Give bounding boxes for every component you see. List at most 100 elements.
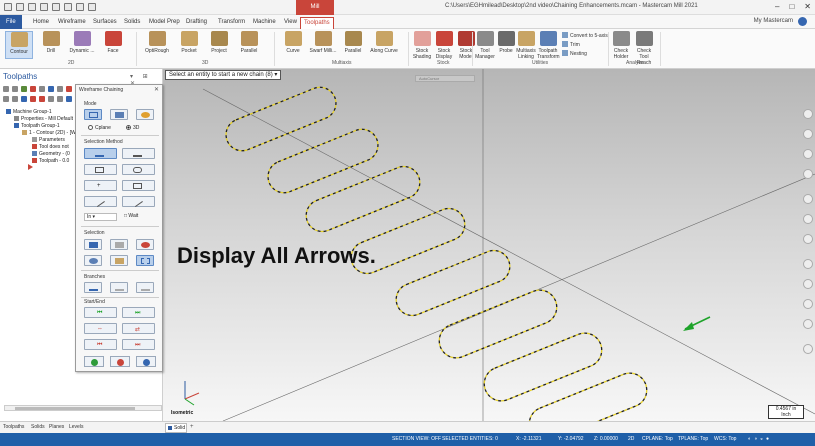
mode-wireframe-button[interactable] xyxy=(84,109,102,120)
chain-loop[interactable] xyxy=(524,368,652,421)
mode-solids-button[interactable] xyxy=(110,109,128,120)
tree-parameters[interactable]: Parameters xyxy=(32,137,65,143)
tab-surfaces[interactable]: Surfaces xyxy=(90,17,120,29)
minimize-icon[interactable]: – xyxy=(775,2,779,11)
section-view-status[interactable]: SECTION VIEW: OFF xyxy=(392,436,441,442)
radio-3d[interactable]: 3D xyxy=(126,125,139,131)
wcs-status[interactable]: WCS: Top xyxy=(714,436,736,442)
single-method-button[interactable] xyxy=(122,148,155,159)
unselect-button[interactable] xyxy=(136,239,154,250)
drill-button[interactable]: Drill xyxy=(38,31,64,54)
tab-machine[interactable]: Machine xyxy=(250,17,279,29)
insert-arrow-icon[interactable] xyxy=(48,96,54,102)
view-tool-icon[interactable] xyxy=(803,344,813,354)
polygon-method-button[interactable] xyxy=(122,164,155,175)
project-button[interactable]: Project xyxy=(206,31,232,54)
dynamic-start-button[interactable]: ⇔ xyxy=(84,323,117,334)
regenerate-dirty-icon[interactable] xyxy=(30,86,36,92)
help-icon[interactable] xyxy=(798,17,807,26)
tab-toolpaths[interactable]: Toolpaths xyxy=(300,17,334,29)
swarf-milling-button[interactable]: Swarf Milli... xyxy=(308,31,338,54)
area-method-button[interactable] xyxy=(122,180,155,191)
partial-method-button[interactable] xyxy=(122,196,155,208)
undo-icon[interactable] xyxy=(76,3,84,11)
nesting-button[interactable]: Nesting xyxy=(562,50,587,57)
curve-button[interactable]: Curve xyxy=(280,31,306,54)
tab-levels-manager[interactable]: Levels xyxy=(69,424,83,430)
move-up-icon[interactable] xyxy=(39,96,45,102)
chain-prompt-dropdown[interactable]: Select an entity to start a new chain (8… xyxy=(165,70,282,80)
parallel-multiaxis-button[interactable]: Parallel xyxy=(340,31,366,54)
trim-button[interactable]: Trim xyxy=(562,41,580,48)
toggle-display-icon[interactable] xyxy=(21,96,27,102)
along-curve-button[interactable]: Along Curve xyxy=(368,31,400,54)
maximize-icon[interactable]: □ xyxy=(789,2,794,11)
tool-manager-button[interactable]: Tool Manager xyxy=(474,31,496,60)
optirough-button[interactable]: OptiRough xyxy=(142,31,172,54)
contour-button[interactable]: Contour xyxy=(5,31,33,59)
tab-toolpaths-manager[interactable]: Toolpaths xyxy=(3,424,24,430)
tree-contour-operation[interactable]: 1 - Contour (2D) - [WC xyxy=(22,130,79,136)
print-icon[interactable] xyxy=(64,3,72,11)
viewport-tab-solid[interactable]: Solid xyxy=(165,423,187,433)
radio-cplane[interactable]: Cplane xyxy=(88,125,111,131)
branch-next-button[interactable] xyxy=(110,282,128,293)
backplot-icon[interactable] xyxy=(39,86,45,92)
autocursor-bar[interactable]: AutoCursor xyxy=(415,75,475,82)
chain-loop[interactable] xyxy=(221,82,341,155)
chain-loop[interactable] xyxy=(263,124,383,197)
stock-shading-button[interactable]: Stock Shading xyxy=(411,31,433,60)
close-icon[interactable]: ✕ xyxy=(804,2,811,11)
tab-view[interactable]: View xyxy=(281,17,300,29)
tab-file[interactable]: File xyxy=(0,15,22,29)
view-tool-icon[interactable] xyxy=(803,149,813,159)
help-button[interactable] xyxy=(136,356,156,367)
view-tool-icon[interactable] xyxy=(803,279,813,289)
display-all-arrows-button[interactable] xyxy=(136,255,154,266)
help-small-icon[interactable] xyxy=(66,96,72,102)
view-tool-icon[interactable] xyxy=(803,259,813,269)
simulate-icon[interactable] xyxy=(57,86,63,92)
view-tool-icon[interactable] xyxy=(803,169,813,179)
tab-solids[interactable]: Solids xyxy=(121,17,143,29)
end-back-button[interactable]: ⏮ xyxy=(84,339,117,350)
cplane-status[interactable]: CPLANE: Top xyxy=(642,436,673,442)
post-icon[interactable] xyxy=(66,86,72,92)
wait-checkbox[interactable]: □ Wait xyxy=(122,213,155,221)
tab-model-prep[interactable]: Model Prep xyxy=(146,17,183,29)
new-file-icon[interactable] xyxy=(16,3,24,11)
open-file-icon[interactable] xyxy=(28,3,36,11)
view-tool-icon[interactable] xyxy=(803,234,813,244)
tree-toolpath-group[interactable]: Toolpath Group-1 xyxy=(14,123,60,129)
my-mastercam-link[interactable]: My Mastercam xyxy=(754,18,793,24)
vector-method-button[interactable] xyxy=(84,196,117,208)
save-as-icon[interactable] xyxy=(52,3,60,11)
add-viewsheet-button[interactable]: + xyxy=(190,424,194,430)
point-method-button[interactable]: + xyxy=(84,180,117,191)
tab-wireframe[interactable]: Wireframe xyxy=(55,17,89,29)
tree-properties[interactable]: Properties - Mill Default xyxy=(14,116,73,122)
tree-tool[interactable]: Tool does not xyxy=(32,144,69,150)
window-method-button[interactable] xyxy=(84,164,117,175)
toggle-posting-icon[interactable] xyxy=(12,96,18,102)
select-failed-icon[interactable] xyxy=(12,86,18,92)
ok-button[interactable] xyxy=(84,356,104,367)
reverse-direction-button[interactable]: ⇄ xyxy=(122,323,155,334)
tab-home[interactable]: Home xyxy=(30,17,52,29)
tab-transform[interactable]: Transform xyxy=(215,17,248,29)
dimension-mode[interactable]: 2D xyxy=(628,436,634,442)
parallel-3d-button[interactable]: Parallel xyxy=(236,31,262,54)
toolpath-transform-button[interactable]: Toolpath Transform xyxy=(537,31,560,60)
dynamic-button[interactable]: Dynamic ... xyxy=(67,31,97,54)
select-all-icon[interactable] xyxy=(3,86,9,92)
cancel-button[interactable] xyxy=(110,356,130,367)
scrollbar-thumb[interactable] xyxy=(15,407,135,410)
graphics-viewport[interactable]: Select an entity to start a new chain (8… xyxy=(163,69,815,421)
reverse-button[interactable] xyxy=(110,255,128,266)
view-tool-icon[interactable] xyxy=(803,214,813,224)
tree-toolpath[interactable]: Toolpath - 0.0 xyxy=(32,158,69,164)
view-tool-icon[interactable] xyxy=(803,129,813,139)
tree-geometry[interactable]: Geometry - (0 xyxy=(32,151,70,157)
save-icon[interactable] xyxy=(40,3,48,11)
view-tool-icon[interactable] xyxy=(803,109,813,119)
